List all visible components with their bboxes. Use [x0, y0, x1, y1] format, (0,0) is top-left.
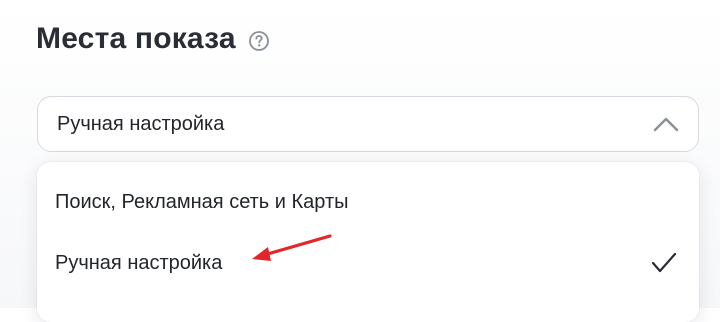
- option-search-network-maps[interactable]: Поиск, Рекламная сеть и Карты: [37, 178, 699, 226]
- option-manual-setup[interactable]: Ручная настройка: [37, 239, 699, 287]
- checkmark-icon: [649, 249, 679, 277]
- option-label: Поиск, Рекламная сеть и Карты: [55, 190, 349, 213]
- option-label: Ручная настройка: [55, 251, 223, 274]
- question-circle-icon[interactable]: [248, 30, 270, 52]
- section-title: Места показа: [36, 22, 236, 55]
- red-arrow-annotation: [252, 234, 332, 261]
- select-value: Ручная настройка: [57, 112, 225, 135]
- placement-dropdown-menu: Поиск, Рекламная сеть и Карты Ручная нас…: [37, 162, 699, 322]
- section-header: Места показа: [36, 22, 270, 56]
- placement-select[interactable]: Ручная настройка: [37, 96, 699, 152]
- chevron-up-icon[interactable]: [652, 114, 680, 134]
